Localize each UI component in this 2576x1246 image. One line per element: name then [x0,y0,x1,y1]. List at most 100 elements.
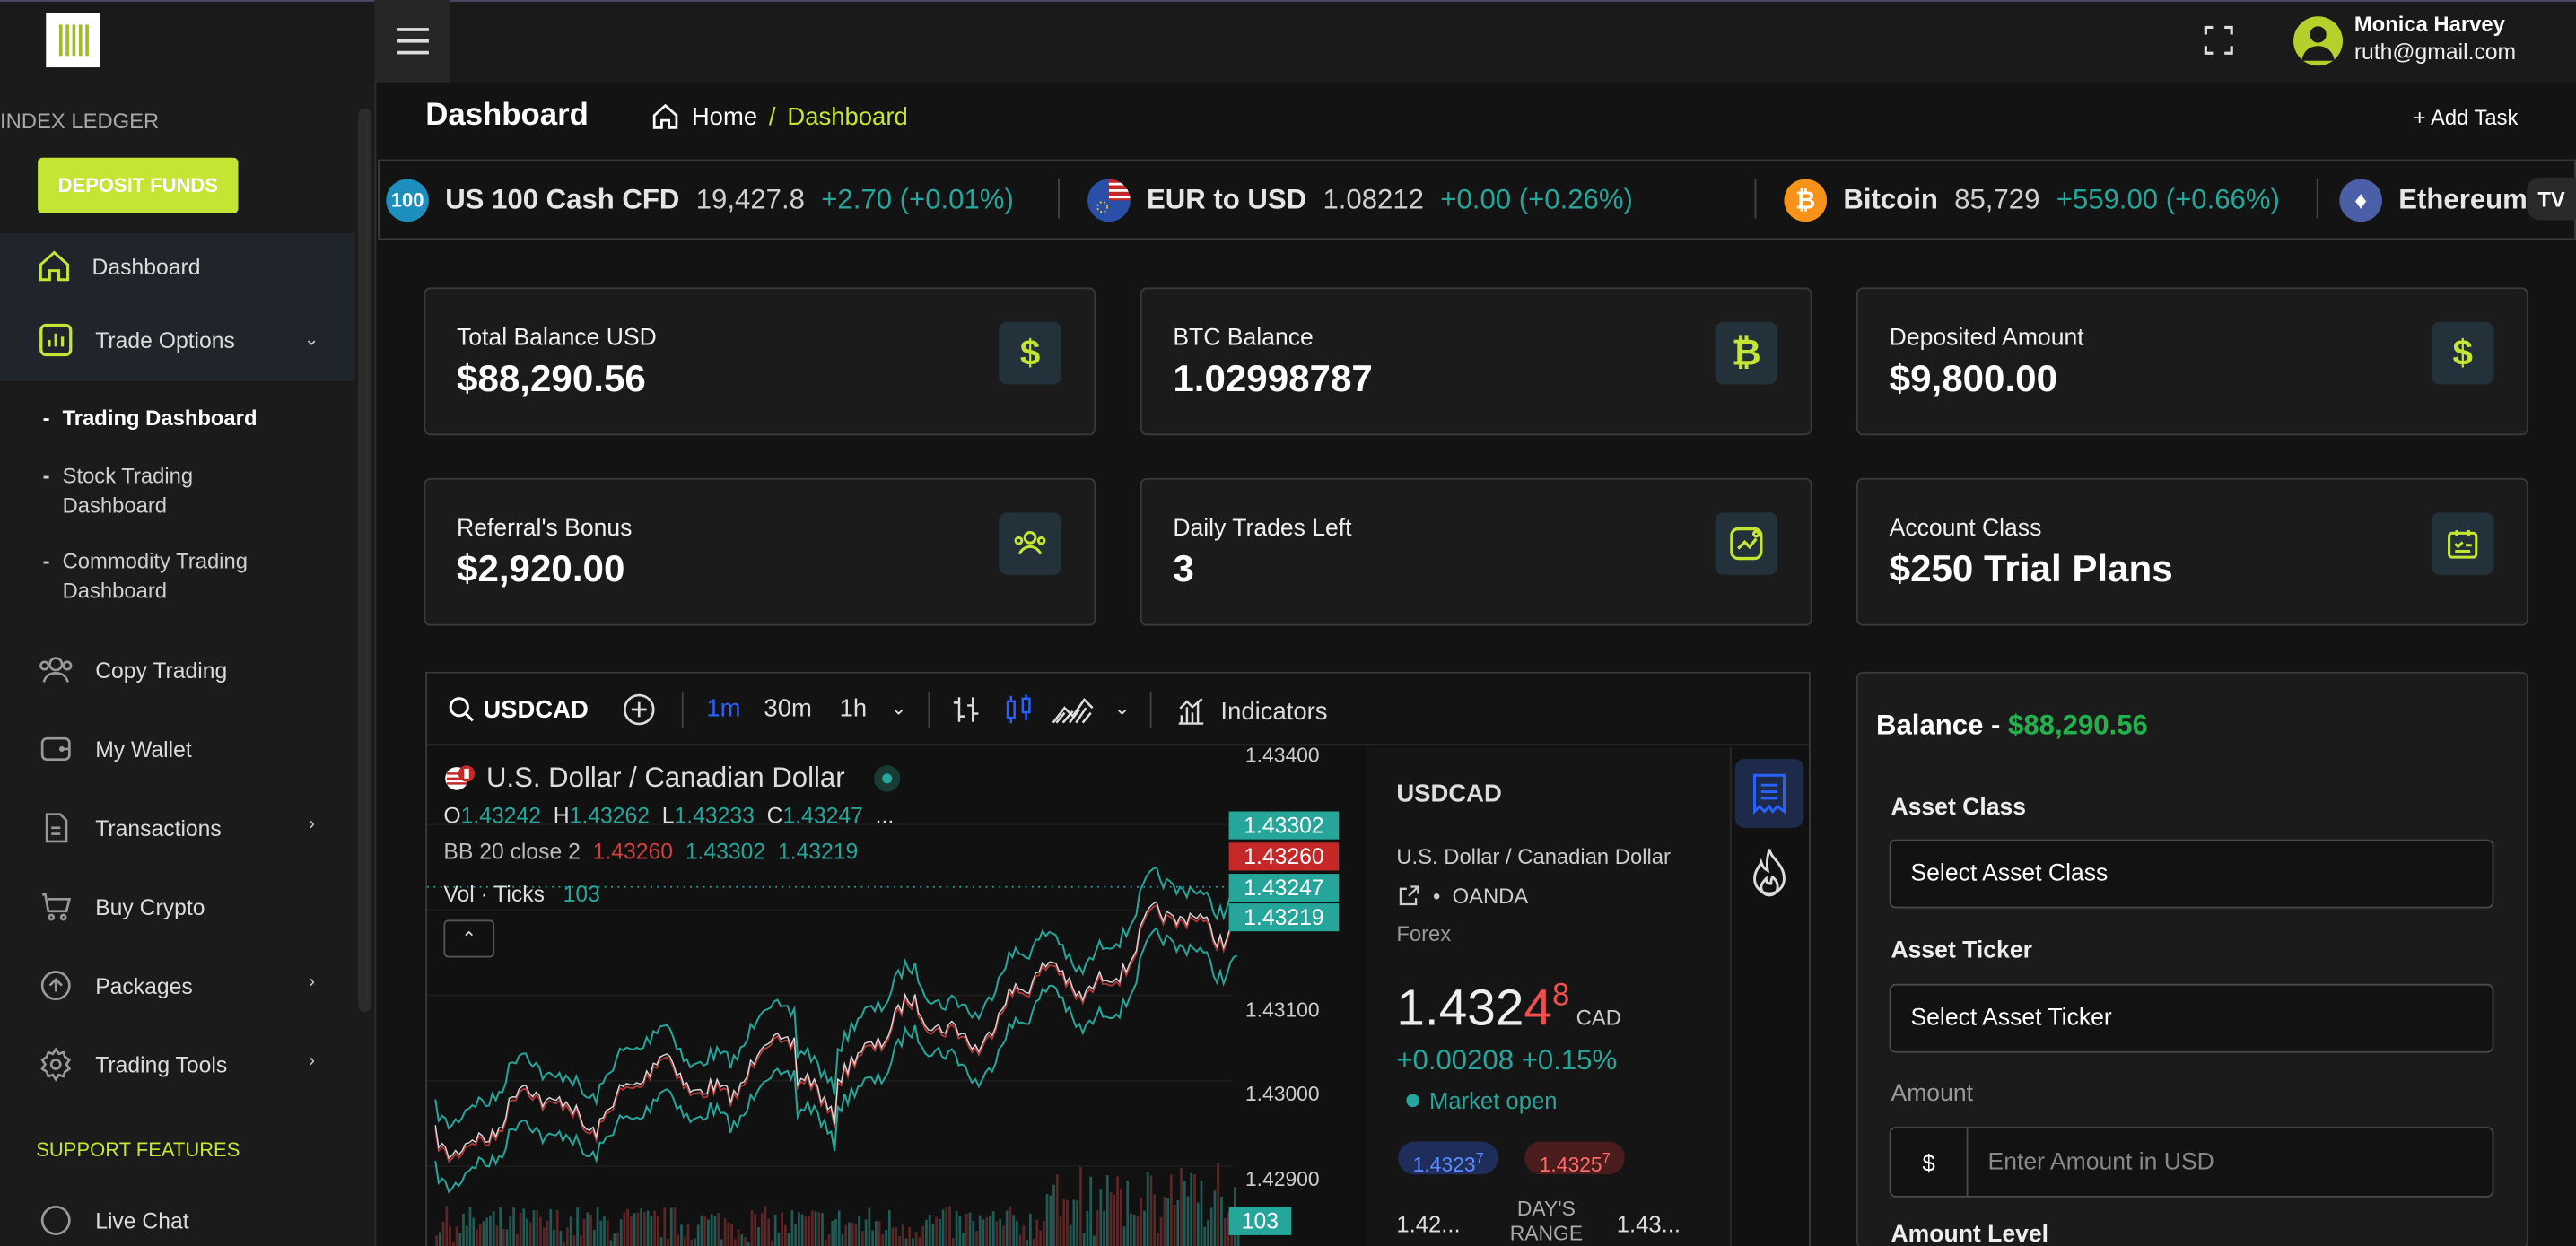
sidebar-item-transactions[interactable]: Transactions [36,805,222,850]
volume-bar [623,1212,626,1246]
volume-bar [1103,1211,1105,1246]
ticker-item-us100[interactable]: 100 US 100 Cash CFD 19,427.8 +2.70 (+0.0… [386,179,1014,222]
breadcrumb-home-link[interactable]: Home [692,102,757,130]
subnav-item-commodity-trading-dashboard[interactable]: - Commodity Trading Dashboard [43,547,290,606]
hotlist-flame-icon[interactable] [1748,846,1791,899]
sidebar-item-trading-tools[interactable]: Trading Tools [36,1041,227,1087]
sidebar-item-copy-trading[interactable]: Copy Trading [36,647,227,693]
volume-bar [982,1219,985,1246]
volume-bar [1217,1163,1220,1246]
menu-toggle-button[interactable] [374,0,450,83]
sidebar-item-buy-crypto[interactable]: Buy Crypto [36,884,205,929]
day-range-label: DAY'S RANGE [1509,1197,1584,1245]
volume-bar [824,1240,827,1246]
volume-bar [643,1212,646,1246]
volume-bar [653,1210,656,1246]
subnav-item-trading-dashboard[interactable]: - Trading Dashboard [43,404,258,433]
volume-bar [1122,1226,1126,1246]
volume-bar [449,1226,451,1246]
sidebar-item-dashboard[interactable]: Dashboard [36,243,200,289]
volume-bar [1089,1176,1092,1246]
brand-logo[interactable] [46,13,100,68]
sidebar-item-live-chat[interactable]: Live Chat [36,1198,189,1243]
volume-bar [874,1221,878,1246]
sidebar-item-label: Dashboard [92,253,201,279]
bollinger-legend: BB 20 close 2 1.43260 1.43302 1.43219 [443,839,859,865]
volume-bar [814,1211,817,1246]
chevron-down-icon[interactable]: ⌄ [890,696,906,719]
volume-bar [834,1218,837,1246]
panel-last-price: 1.43248CAD [1396,979,1621,1037]
add-task-button[interactable]: + Add Task [2414,105,2519,129]
ticker-item-bitcoin[interactable]: ₿ Bitcoin 85,729 +559.00 (+0.66%) [1784,179,2280,222]
bar-chart-type-icon[interactable] [949,693,982,727]
deposit-funds-button[interactable]: DEPOSIT FUNDS [38,157,239,214]
volume-bar [438,1232,441,1246]
interval-30m[interactable]: 30m [764,695,811,723]
fullscreen-icon[interactable] [2202,23,2236,57]
asset-class-select[interactable]: Select Asset Class [1889,839,2494,909]
volume-bar [1055,1174,1059,1246]
ohlc-legend: O1.43242 H1.43262 L1.43233 C1.43247 ... [443,803,895,828]
volume-bar [1062,1198,1066,1246]
volume-bar [626,1208,630,1246]
y-axis-tick: 1.43100 [1244,998,1320,1022]
sidebar-item-my-wallet[interactable]: My Wallet [36,726,192,771]
tradingview-logo-icon[interactable]: TV [2527,177,2576,221]
sidebar-scrollbar[interactable] [358,108,371,1012]
volume-bar [991,1211,995,1246]
volume-bar [526,1218,528,1246]
ticker-divider [1754,179,1757,219]
volume-bar [468,1207,472,1246]
ticker-item-ethereum[interactable]: ♦ Ethereum [2339,179,2528,222]
user-avatar-icon[interactable] [2293,16,2344,66]
asset-ticker-select[interactable]: Select Asset Ticker [1889,983,2494,1053]
watchlist-icon[interactable] [1734,758,1804,828]
indicators-button[interactable]: Indicators [1173,695,1328,728]
volume-bar [485,1217,489,1246]
volume-bar [713,1216,717,1246]
volume-bar [975,1230,978,1246]
volume-bar [710,1214,713,1246]
volume-bar [1193,1174,1196,1246]
volume-bar [958,1216,962,1246]
subnav-item-stock-trading-dashboard[interactable]: - Stock Trading Dashboard [43,462,240,521]
interval-1m[interactable]: 1m [706,695,740,723]
panel-pair-name: U.S. Dollar / Canadian Dollar [1396,844,1671,869]
home-icon[interactable] [651,102,680,132]
sidebar-item-packages[interactable]: Packages [36,963,193,1008]
candles-chart-type-icon[interactable] [1002,693,1035,727]
volume-bar [1049,1195,1052,1246]
ticker-item-eurusd[interactable]: EUR to USD 1.08212 +0.00 (+0.26%) [1087,179,1633,222]
support-features-title: SUPPORT FEATURES [36,1137,240,1162]
volume-bar [898,1235,901,1246]
volume-bar [673,1207,677,1246]
panel-symbol[interactable]: USDCAD [1396,780,1501,808]
area-chart-type-icon[interactable] [1052,693,1095,727]
sidebar-section-title: INDEX LEDGER [0,108,160,134]
interval-1h[interactable]: 1h [840,695,868,723]
chart-legend-title: U.S. Dollar / Canadian Dollar [443,762,901,796]
add-symbol-icon[interactable] [621,692,657,728]
card-value: $88,290.56 [457,356,646,399]
symbol-search[interactable]: USDCAD [447,695,589,725]
volume-bar [895,1227,898,1246]
chevron-down-icon[interactable]: ⌄ [1113,696,1130,719]
amount-input[interactable] [1969,1128,2493,1196]
volume-bar [968,1212,972,1246]
external-link-icon[interactable] [1396,884,1420,908]
volume-bar [694,1238,696,1246]
volume-bar [951,1238,955,1246]
ethereum-icon: ♦ [2339,179,2382,222]
card-account-class: Account Class $250 Trial Plans [1856,477,2528,626]
volume-bar [948,1206,951,1246]
volume-bar [646,1210,650,1246]
volume-bar [1143,1210,1146,1246]
sidebar-item-trade-options[interactable]: Trade Options [36,317,235,362]
collapse-legend-button[interactable]: ⌃ [443,919,495,958]
volume-bar [787,1233,790,1246]
volume-bar [965,1213,968,1246]
card-total-balance: Total Balance USD $88,290.56 $ [424,287,1096,436]
volume-bar [1196,1202,1200,1246]
breadcrumb-separator: / [768,102,776,131]
